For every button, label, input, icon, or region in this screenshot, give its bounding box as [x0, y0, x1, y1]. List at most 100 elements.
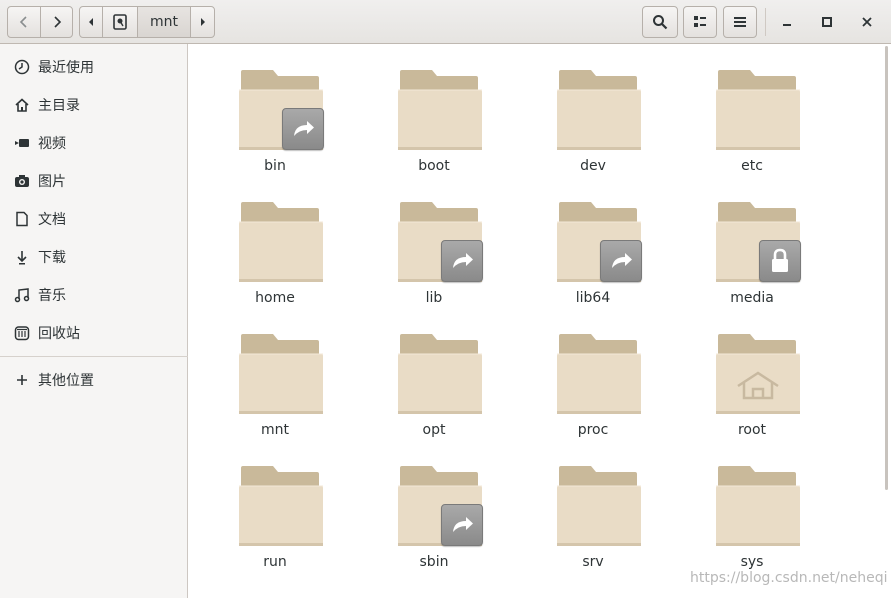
- clock-icon: [12, 57, 32, 77]
- sidebar-item-label: 回收站: [38, 326, 80, 342]
- folder-item-sys[interactable]: sys: [692, 462, 812, 582]
- camera-icon: [12, 171, 32, 191]
- folder-icon: [716, 70, 800, 150]
- folder-item-srv[interactable]: srv: [533, 462, 653, 582]
- path-bar: mnt: [79, 6, 215, 38]
- sidebar-item-label: 下载: [38, 250, 66, 266]
- folder-item-media[interactable]: media: [692, 198, 812, 318]
- sidebar-item-music[interactable]: 音乐: [0, 276, 188, 314]
- sidebar-item-downloads[interactable]: 下载: [0, 238, 188, 276]
- sidebar-item-label: 主目录: [38, 98, 80, 114]
- folder-item-run[interactable]: run: [215, 462, 335, 582]
- sidebar-item-videos[interactable]: 视频: [0, 124, 188, 162]
- search-button[interactable]: [642, 6, 678, 38]
- header-bar: mnt: [0, 0, 891, 44]
- hamburger-menu-icon: [734, 17, 746, 27]
- path-scroll-right-button[interactable]: [191, 7, 214, 37]
- sidebar-item-label: 视频: [38, 136, 66, 152]
- nav-button-group: [7, 6, 73, 38]
- trash-icon: [12, 323, 32, 343]
- folder-name: run: [263, 554, 287, 570]
- path-left-arrow-icon: [89, 18, 93, 26]
- folder-item-lib[interactable]: lib: [374, 198, 494, 318]
- folder-name: sbin: [419, 554, 449, 570]
- folder-item-dev[interactable]: dev: [533, 66, 653, 186]
- symlink-emblem-icon: [441, 240, 483, 282]
- menu-button[interactable]: [723, 6, 757, 38]
- lock-emblem-icon: [759, 240, 801, 282]
- symlink-emblem-icon: [282, 108, 324, 150]
- folder-name: etc: [741, 158, 763, 174]
- folder-name: lib64: [575, 290, 611, 306]
- chevron-left-icon: [19, 16, 27, 28]
- home-emblem-icon: [737, 371, 779, 400]
- sidebar-item-pictures[interactable]: 图片: [0, 162, 188, 200]
- sidebar-item-label: 最近使用: [38, 60, 94, 76]
- folder-item-etc[interactable]: etc: [692, 66, 812, 186]
- folder-item-bin[interactable]: bin: [215, 66, 335, 186]
- scrollbar[interactable]: [885, 46, 888, 490]
- forward-button[interactable]: [41, 7, 73, 37]
- folder-name: media: [730, 290, 774, 306]
- folder-icon: [239, 202, 323, 282]
- path-mnt-button[interactable]: mnt: [138, 7, 190, 37]
- close-icon: [862, 17, 872, 27]
- maximize-icon: [822, 17, 832, 27]
- folder-name: lib: [425, 290, 443, 306]
- folder-name: dev: [580, 158, 606, 174]
- symlink-emblem-icon: [600, 240, 642, 282]
- sidebar-item-documents[interactable]: 文档: [0, 200, 188, 238]
- folder-item-home[interactable]: home: [215, 198, 335, 318]
- folder-icon: [239, 466, 323, 546]
- download-icon: [12, 247, 32, 267]
- path-scroll-left-button[interactable]: [80, 7, 102, 37]
- drive-icon: [113, 14, 127, 30]
- sidebar-item-other-locations[interactable]: 其他位置: [0, 361, 188, 399]
- folder-item-sbin[interactable]: sbin: [374, 462, 494, 582]
- chevron-right-icon: [54, 16, 62, 28]
- folder-icon: [398, 70, 482, 150]
- plus-icon: [12, 370, 32, 390]
- document-icon: [12, 209, 32, 229]
- folder-item-opt[interactable]: opt: [374, 330, 494, 450]
- folder-name: sys: [740, 554, 764, 570]
- minimize-icon: [783, 24, 791, 26]
- folder-item-boot[interactable]: boot: [374, 66, 494, 186]
- minimize-button[interactable]: [771, 6, 803, 38]
- back-button[interactable]: [8, 7, 40, 37]
- sidebar-item-recent[interactable]: 最近使用: [0, 48, 188, 86]
- path-label: mnt: [150, 14, 178, 30]
- folder-item-root[interactable]: root: [692, 330, 812, 450]
- sidebar-item-trash[interactable]: 回收站: [0, 314, 188, 352]
- folder-item-mnt[interactable]: mnt: [215, 330, 335, 450]
- folder-item-lib64[interactable]: lib64: [533, 198, 653, 318]
- sidebar-item-label: 音乐: [38, 288, 66, 304]
- view-toggle-button[interactable]: [683, 6, 717, 38]
- sidebar: 最近使用 主目录 视频 图片 文档 下载 音乐 回收站 其他位置: [0, 44, 188, 598]
- folder-name: srv: [582, 554, 604, 570]
- music-icon: [12, 285, 32, 305]
- folder-icon: [557, 70, 641, 150]
- view-list-icon: [694, 16, 706, 27]
- sidebar-item-label: 文档: [38, 212, 66, 228]
- sidebar-item-home[interactable]: 主目录: [0, 86, 188, 124]
- folder-name: mnt: [261, 422, 289, 438]
- close-button[interactable]: [851, 6, 883, 38]
- symlink-emblem-icon: [441, 504, 483, 546]
- path-root-button[interactable]: [103, 7, 137, 37]
- folder-name: home: [255, 290, 295, 306]
- video-icon: [12, 133, 32, 153]
- maximize-button[interactable]: [811, 6, 843, 38]
- folder-name: opt: [422, 422, 446, 438]
- search-icon: [653, 15, 668, 30]
- folder-name: proc: [577, 422, 609, 438]
- folder-icon: [716, 466, 800, 546]
- folder-name: boot: [418, 158, 450, 174]
- folder-icon: [557, 334, 641, 414]
- folder-item-proc[interactable]: proc: [533, 330, 653, 450]
- sidebar-divider: [0, 356, 188, 357]
- home-icon: [12, 95, 32, 115]
- sidebar-item-label: 图片: [38, 174, 66, 190]
- path-right-arrow-icon: [200, 18, 205, 26]
- folder-icon: [398, 334, 482, 414]
